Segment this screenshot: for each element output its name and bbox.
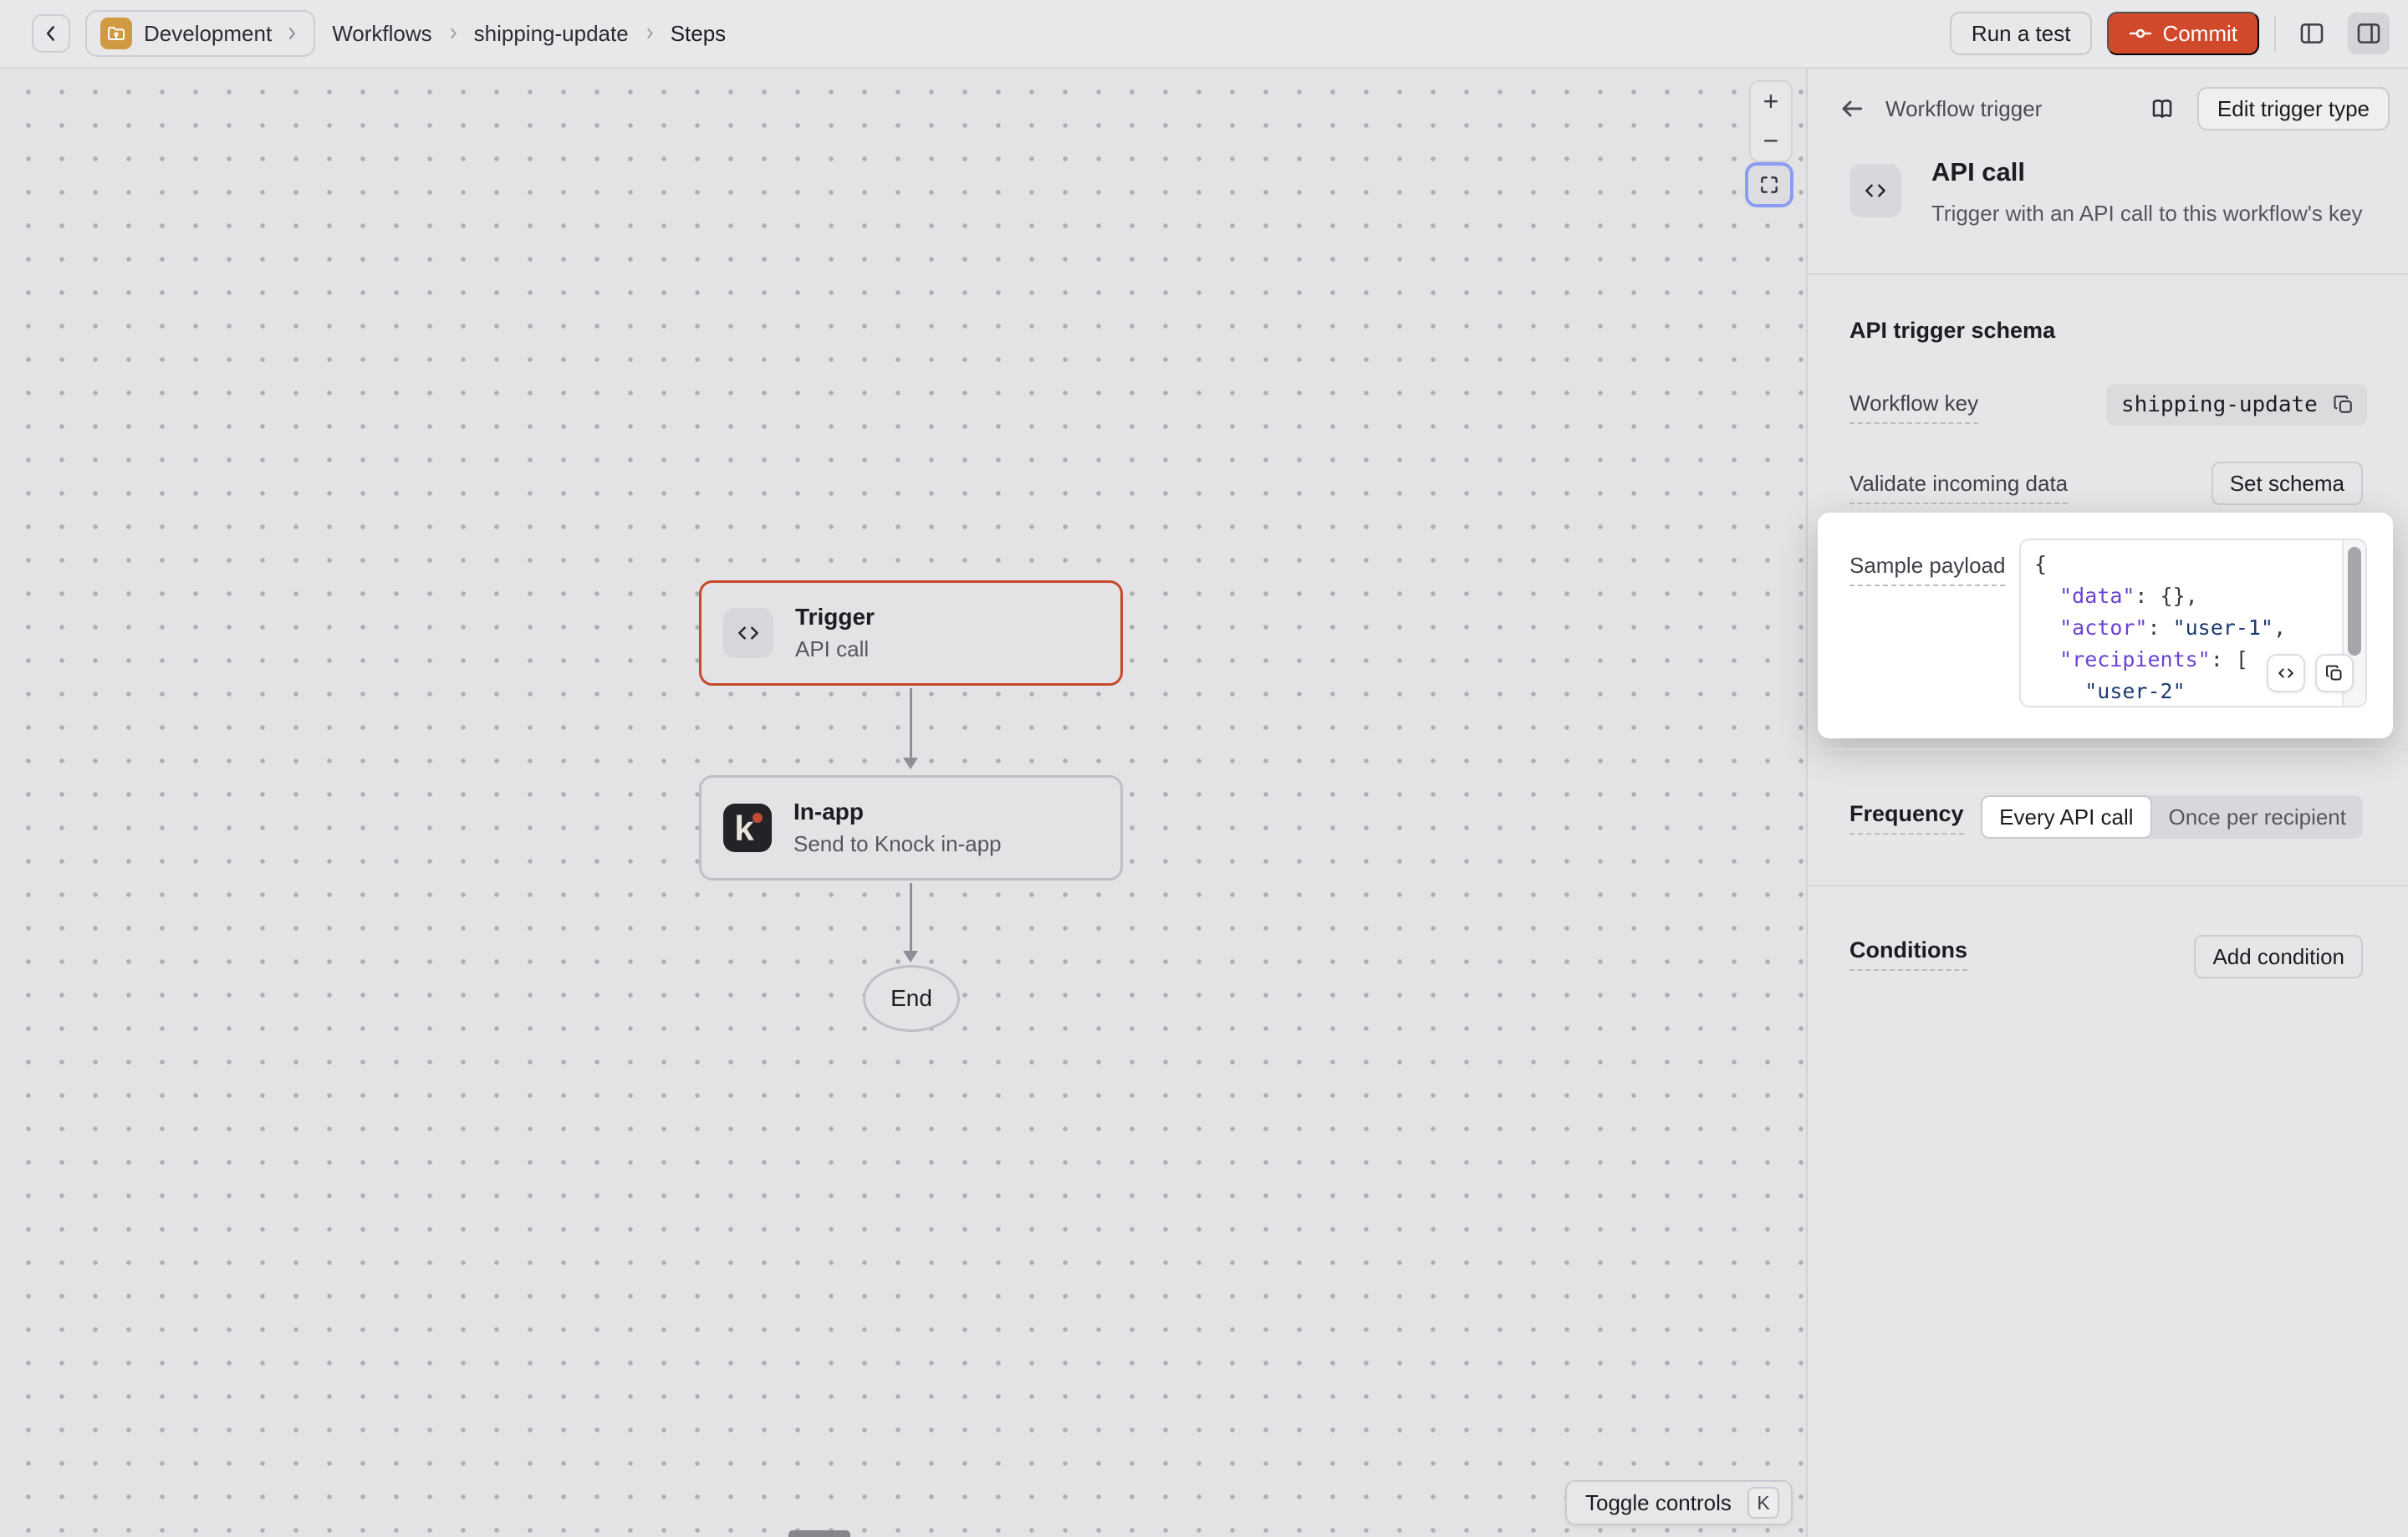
edge-inapp-to-end (910, 883, 912, 951)
toggle-controls-button[interactable]: Toggle controls K (1565, 1480, 1793, 1525)
edge-arrowhead (903, 758, 918, 769)
divider (1808, 748, 2408, 750)
end-node: End (863, 965, 960, 1032)
trigger-node[interactable]: Trigger API call (699, 580, 1123, 686)
trigger-node-texts: Trigger API call (795, 604, 875, 662)
chevron-left-icon (40, 23, 62, 44)
environment-switcher[interactable]: Development (85, 10, 315, 57)
workflow-canvas[interactable]: + − Trigger API call k In-app (0, 69, 1806, 1537)
panel-title: Workflow trigger (1885, 96, 2042, 122)
knock-logo-icon: k (723, 804, 772, 852)
frequency-label: Frequency (1849, 801, 1964, 835)
code-icon (2277, 664, 2295, 682)
workflow-key-value[interactable]: shipping-update (2106, 384, 2367, 426)
fit-view-button[interactable] (1745, 162, 1793, 207)
hidden-toolbar-peek (788, 1530, 850, 1537)
breadcrumb-workflows[interactable]: Workflows (332, 21, 431, 47)
toggle-left-panel-button[interactable] (2291, 13, 2333, 54)
conditions-label: Conditions (1849, 937, 1967, 971)
toggle-controls-label: Toggle controls (1585, 1490, 1732, 1516)
frequency-option-every-api-call[interactable]: Every API call (1981, 795, 2151, 839)
frequency-segmented-control: Every API call Once per recipient (1981, 795, 2363, 839)
panel-header: Workflow trigger Edit trigger type (1839, 87, 2390, 130)
trigger-type-title: API call (1931, 157, 2025, 187)
panel-right-icon (2354, 19, 2383, 48)
book-icon (2149, 95, 2176, 122)
toggle-right-panel-button[interactable] (2348, 13, 2390, 54)
validate-incoming-data-label: Validate incoming data (1849, 471, 2068, 504)
edge-trigger-to-inapp (910, 688, 912, 758)
divider (2274, 16, 2276, 51)
breadcrumb-steps[interactable]: Steps (671, 21, 727, 47)
commit-button[interactable]: Commit (2107, 12, 2259, 55)
topbar-actions: Run a test Commit (1950, 12, 2390, 55)
keyboard-shortcut-badge: K (1747, 1487, 1779, 1519)
chevron-right-icon (283, 25, 300, 42)
trigger-type-description: Trigger with an API call to this workflo… (1931, 201, 2363, 227)
edit-code-button[interactable] (2267, 654, 2305, 692)
sample-payload-editor[interactable]: { "data": {}, "actor": "user-1", "recipi… (2019, 539, 2367, 707)
add-condition-button[interactable]: Add condition (2194, 935, 2363, 978)
breadcrumb-workflow-key[interactable]: shipping-update (474, 21, 629, 47)
app-window: Development Workflows shipping-update St… (0, 0, 2408, 1537)
fit-view-icon (1758, 174, 1780, 196)
code-icon (723, 608, 773, 658)
scrollbar-thumb[interactable] (2348, 547, 2361, 656)
api-call-icon-tile (1849, 164, 1901, 217)
workflow-key-text: shipping-update (2121, 392, 2318, 417)
api-trigger-schema-heading: API trigger schema (1849, 318, 2055, 344)
environment-label: Development (144, 21, 272, 47)
knock-logo-dot (752, 813, 763, 823)
zoom-out-button[interactable]: − (1751, 121, 1791, 161)
copy-payload-button[interactable] (2315, 654, 2354, 692)
arrow-left-icon (1839, 95, 1865, 122)
workflow-trigger-panel: Workflow trigger Edit trigger type API c… (1806, 69, 2408, 1537)
back-button[interactable] (32, 14, 70, 53)
zoom-in-button[interactable]: + (1751, 82, 1791, 121)
breadcrumb: Workflows shipping-update Steps (332, 21, 726, 47)
copy-icon[interactable] (2332, 393, 2355, 416)
run-a-test-button[interactable]: Run a test (1950, 12, 2093, 55)
sample-payload-spotlight: Sample payload { "data": {}, "actor": "u… (1818, 513, 2393, 738)
folder-icon (100, 18, 132, 49)
commit-label: Commit (2162, 21, 2237, 47)
panel-left-icon (2298, 19, 2326, 48)
workflow-key-label: Workflow key (1849, 391, 1978, 424)
code-icon (1863, 178, 1888, 203)
edge-arrowhead (903, 951, 918, 963)
panel-back-button[interactable] (1839, 95, 1865, 122)
inapp-node-subtitle: Send to Knock in-app (793, 831, 1002, 857)
commit-icon (2129, 22, 2152, 45)
inapp-node-texts: In-app Send to Knock in-app (793, 799, 1002, 857)
breadcrumb-separator (446, 26, 461, 41)
zoom-controls: + − (1749, 80, 1793, 162)
inapp-node-title: In-app (793, 799, 1002, 825)
in-app-step-node[interactable]: k In-app Send to Knock in-app (699, 775, 1123, 881)
copy-icon (2324, 663, 2344, 683)
trigger-node-title: Trigger (795, 604, 875, 631)
top-bar: Development Workflows shipping-update St… (0, 0, 2408, 69)
trigger-node-subtitle: API call (795, 636, 875, 662)
divider (1808, 885, 2408, 886)
frequency-option-once-per-recipient[interactable]: Once per recipient (2152, 795, 2363, 839)
breadcrumb-separator (642, 26, 657, 41)
edit-trigger-type-button[interactable]: Edit trigger type (2197, 87, 2390, 130)
docs-book-button[interactable] (2149, 95, 2176, 122)
divider (1808, 273, 2408, 275)
sample-payload-label: Sample payload (1849, 553, 2005, 586)
knock-logo-letter: k (734, 809, 753, 849)
set-schema-button[interactable]: Set schema (2212, 462, 2363, 505)
